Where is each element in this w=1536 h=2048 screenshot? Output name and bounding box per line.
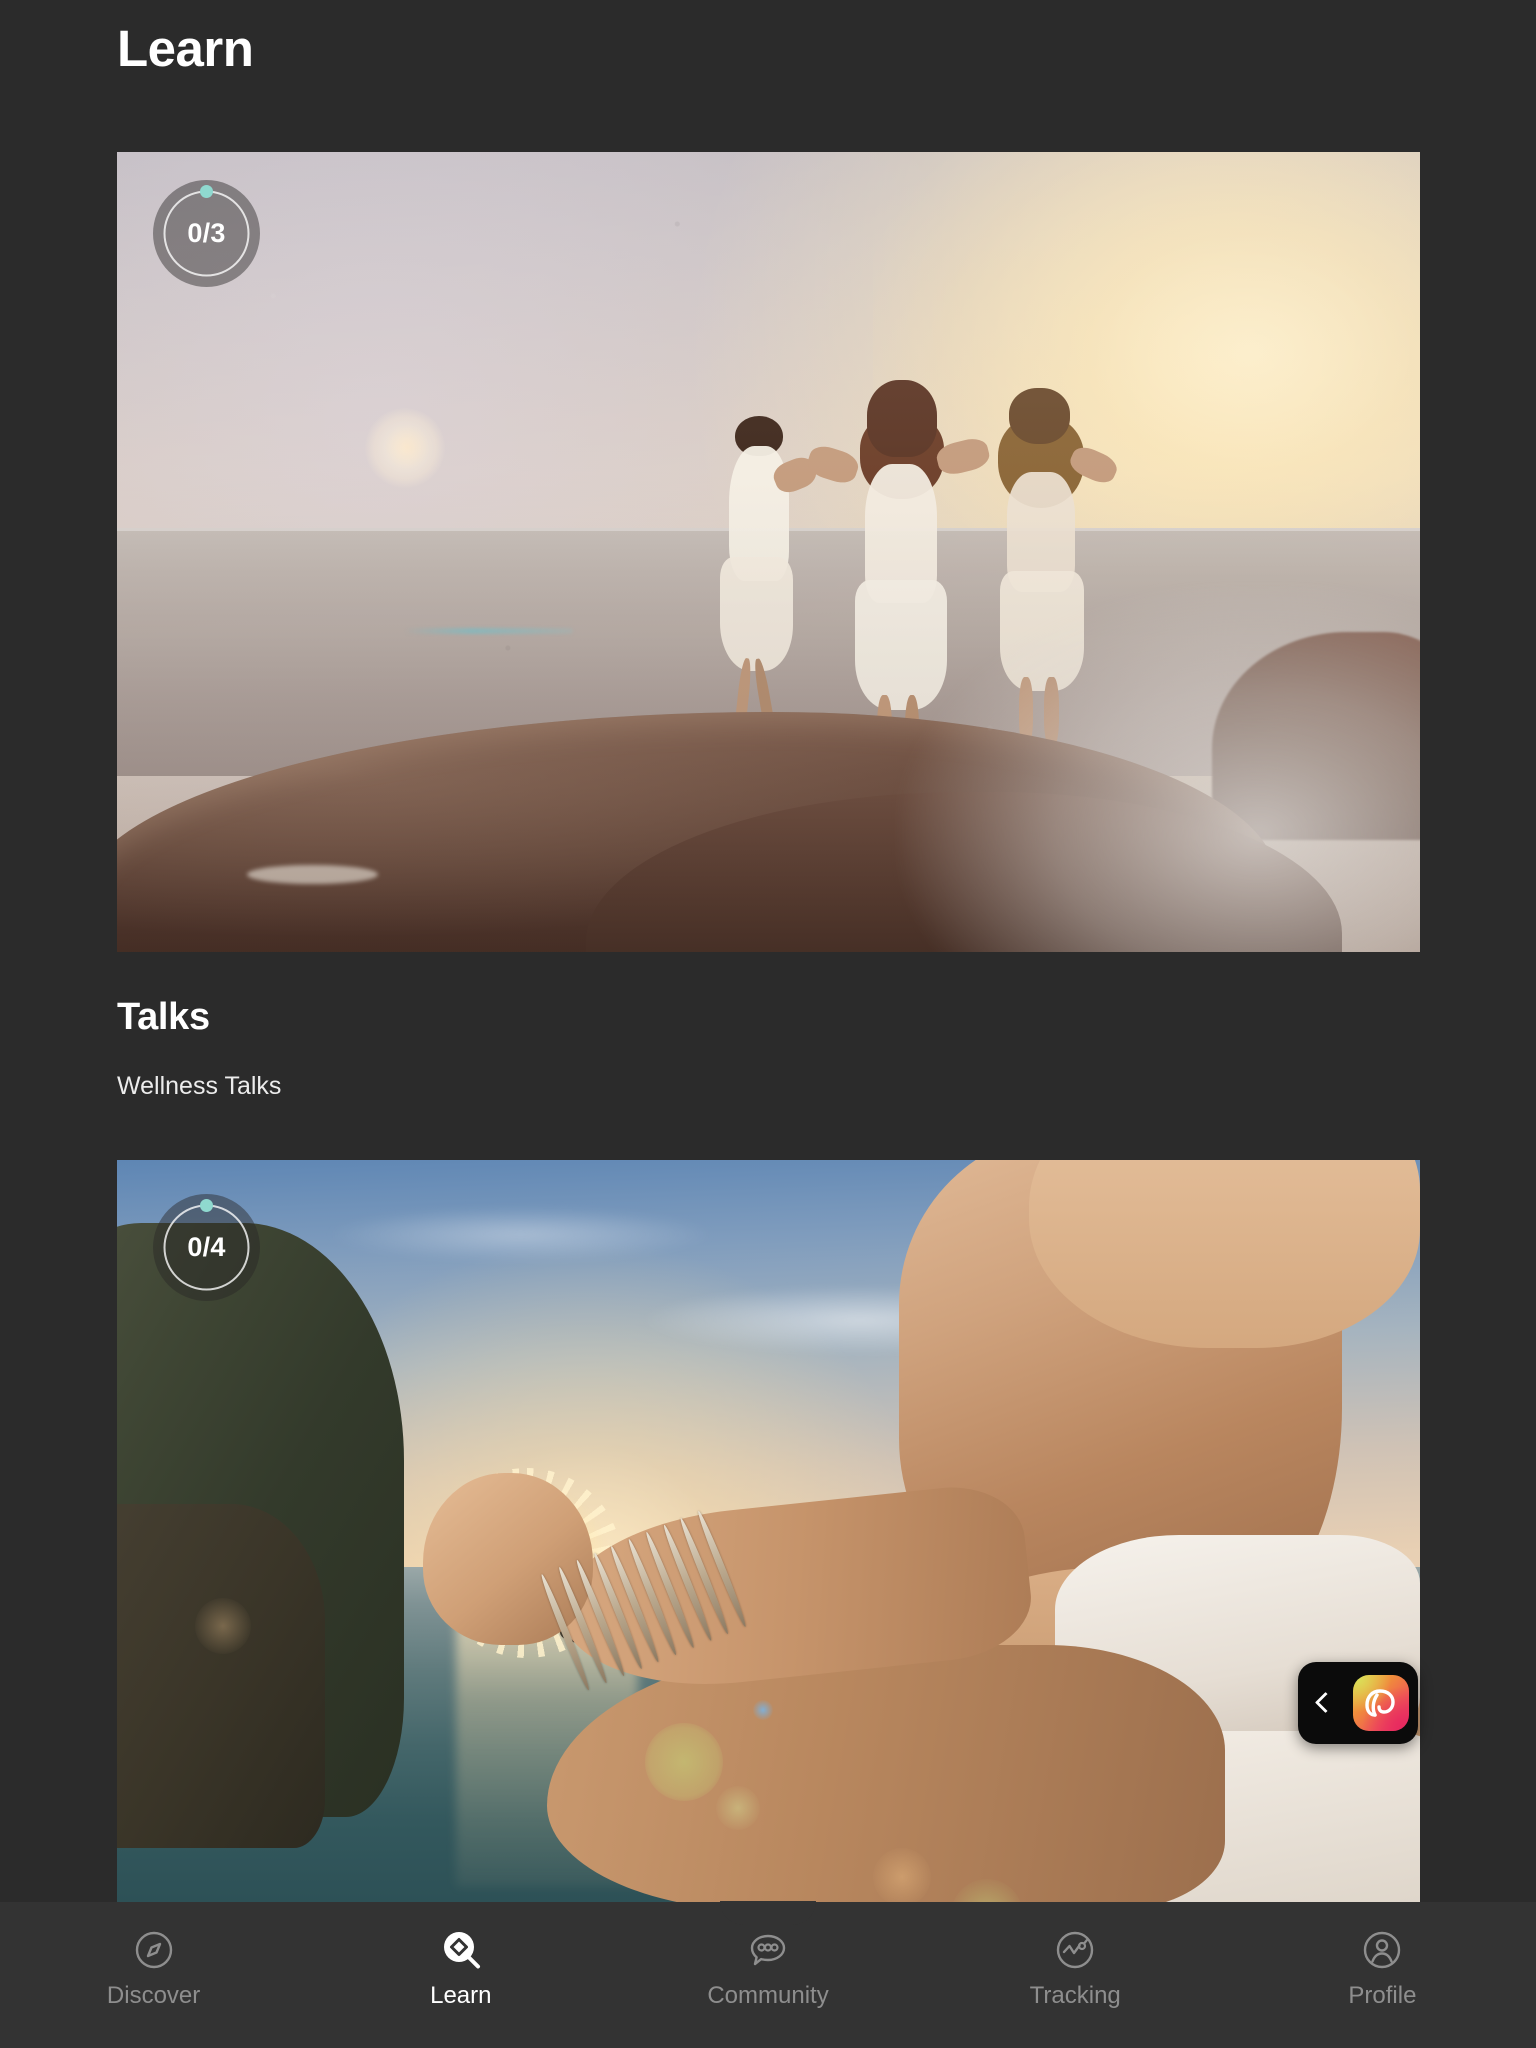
floating-app-switcher[interactable]: [1298, 1662, 1418, 1744]
nav-item-profile[interactable]: Profile: [1229, 1902, 1536, 2008]
pinterest-app-icon[interactable]: [1353, 1675, 1409, 1731]
nav-label-profile: Profile: [1348, 1982, 1417, 2009]
progress-ring-dance: 0/3: [153, 180, 260, 287]
chat-bubble-icon: [744, 1926, 792, 1974]
chevron-left-icon[interactable]: [1310, 1692, 1332, 1714]
nav-item-learn[interactable]: Learn: [307, 1902, 614, 2008]
nav-label-learn: Learn: [430, 1982, 492, 2009]
magnifier-diamond-icon: [437, 1926, 485, 1974]
nav-item-community[interactable]: Community: [614, 1902, 921, 2008]
nav-label-discover: Discover: [106, 1982, 201, 2009]
progress-ring-label: 0/4: [187, 1232, 226, 1262]
card-image-meditation: [117, 1160, 1420, 1942]
page-title: Learn: [117, 20, 254, 77]
section-subtitle-talks: Wellness Talks: [117, 1072, 282, 1100]
chart-circle-icon: [1051, 1926, 1099, 1974]
nav-item-tracking[interactable]: Tracking: [922, 1902, 1229, 2008]
bottom-navigation-bar: Discover Learn Community Tracking Profil…: [0, 1901, 1536, 2048]
app-screen: Learn 0/3 Talks Wellness Talks 0/4 Disco…: [0, 0, 1536, 2048]
learn-card-meditation[interactable]: 0/4: [117, 1160, 1420, 1942]
progress-ring-label: 0/3: [187, 218, 226, 248]
card-image-dance: [117, 152, 1420, 952]
user-circle-icon: [1358, 1926, 1406, 1974]
nav-item-discover[interactable]: Discover: [0, 1902, 307, 2008]
nav-label-tracking: Tracking: [1029, 1982, 1121, 2009]
progress-ring-meditation: 0/4: [153, 1194, 260, 1301]
learn-card-dance[interactable]: 0/3: [117, 152, 1420, 952]
section-title-talks: Talks: [117, 996, 210, 1038]
compass-icon: [130, 1926, 178, 1974]
nav-label-community: Community: [707, 1982, 829, 2009]
